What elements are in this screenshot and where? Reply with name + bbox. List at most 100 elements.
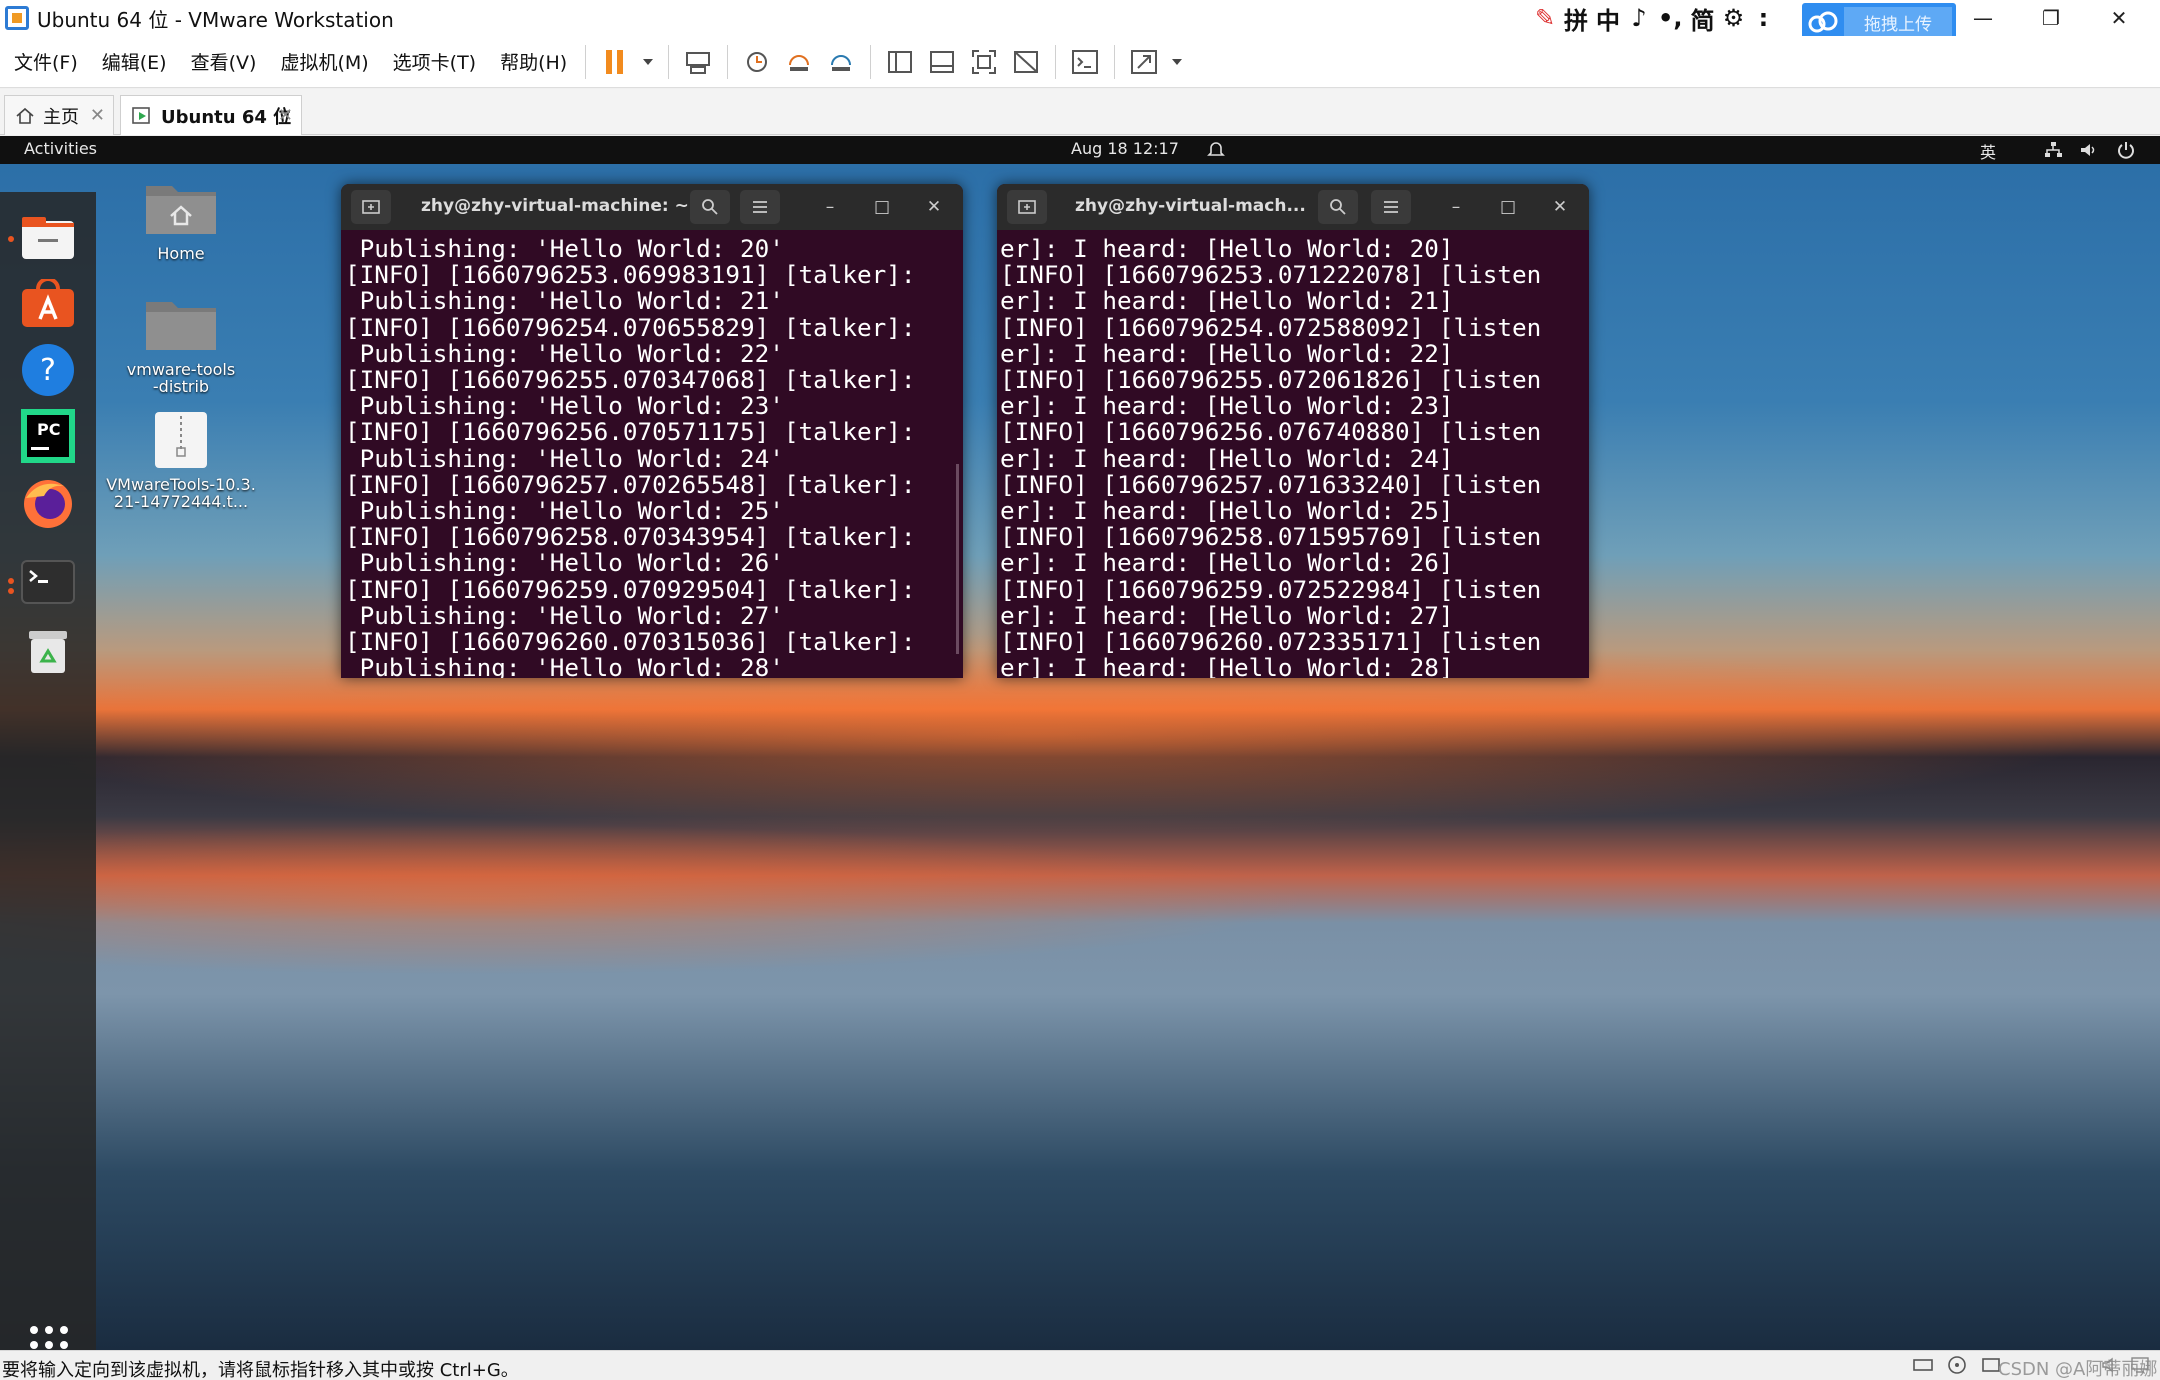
- menu-edit[interactable]: 编辑(E): [92, 48, 177, 75]
- menu-file[interactable]: 文件(F): [4, 48, 88, 75]
- new-tab-button[interactable]: [351, 190, 391, 224]
- terminal-line: [INFO] [1660796255.070347068] [talker]:: [345, 365, 916, 395]
- send-ctrl-alt-del-button[interactable]: [680, 44, 716, 80]
- revert-snapshot-button[interactable]: [781, 44, 817, 80]
- close-icon[interactable]: ✕: [921, 194, 947, 220]
- full-screen-button[interactable]: [966, 44, 1002, 80]
- ime-pen-icon[interactable]: ✎: [1534, 4, 1556, 32]
- menu-toolbar: 文件(F) 编辑(E) 查看(V) 虚拟机(M) 选项卡(T) 帮助(H): [0, 36, 2160, 88]
- firefox-app[interactable]: [18, 472, 78, 532]
- hard-disk-icon[interactable]: [1912, 1355, 1934, 1375]
- terminal-title: zhy@zhy-virtual-mach...: [1075, 196, 1306, 216]
- keyboard-icon: [686, 51, 711, 74]
- terminal-line: Publishing: 'Hello World: 24': [345, 443, 784, 473]
- chevron-down-icon: [1172, 58, 1183, 65]
- display-icon[interactable]: [2130, 1355, 2150, 1375]
- close-icon[interactable]: ✕: [278, 105, 293, 126]
- terminal-app[interactable]: [18, 552, 78, 612]
- stretch-dropdown[interactable]: [1168, 44, 1186, 80]
- search-icon: [702, 199, 718, 215]
- clock[interactable]: Aug 18 12:17: [1071, 139, 1179, 158]
- library-view-button[interactable]: [882, 44, 918, 80]
- menu-vm[interactable]: 虚拟机(M): [270, 48, 378, 75]
- pycharm-app[interactable]: PC: [18, 406, 78, 466]
- minimize-button[interactable]: —: [1950, 0, 2016, 36]
- menu-button[interactable]: [1371, 190, 1411, 224]
- vm-icon: [132, 106, 150, 124]
- ime-more[interactable]: :: [1752, 4, 1774, 32]
- maximize-icon[interactable]: □: [1495, 194, 1521, 220]
- menu-button[interactable]: [740, 190, 780, 224]
- menu-tabs[interactable]: 选项卡(T): [383, 48, 486, 75]
- restore-button[interactable]: ❐: [2018, 0, 2084, 36]
- unity-button[interactable]: [1008, 44, 1044, 80]
- title-bar: Ubuntu 64 位 - VMware Workstation ✎ 拼 中 ♪…: [0, 0, 2160, 41]
- desktop-icon-vmwaretools-archive[interactable]: VMwareTools-10.3.21-14772444.t...: [101, 410, 261, 510]
- desktop-icon-vmware-tools-distrib[interactable]: vmware-tools-distrib: [121, 294, 241, 395]
- power-icon[interactable]: [2116, 140, 2136, 160]
- search-button[interactable]: [690, 190, 730, 224]
- terminal-window-listener[interactable]: zhy@zhy-virtual-mach... – □ ✕ er]: I hea…: [997, 184, 1589, 678]
- terminal-line: [INFO] [1660796255.072061826] [listen: [1000, 365, 1542, 395]
- minimize-icon[interactable]: –: [817, 194, 843, 220]
- ime-settings[interactable]: ⚙: [1722, 4, 1745, 32]
- menu-view[interactable]: 查看(V): [181, 48, 267, 75]
- search-button[interactable]: [1318, 190, 1358, 224]
- hamburger-menu-icon: [1384, 201, 1398, 213]
- stretch-guest-button[interactable]: [1126, 44, 1162, 80]
- network-icon[interactable]: [2043, 140, 2063, 160]
- trash-app[interactable]: [18, 622, 78, 682]
- ubuntu-desktop[interactable]: ? PC Home vmware-tools-distrib VMwareToo…: [0, 164, 2160, 1350]
- terminal-line: Publishing: 'Hello World: 28': [345, 653, 784, 678]
- files-app[interactable]: [18, 208, 78, 268]
- maximize-icon[interactable]: □: [869, 194, 895, 220]
- alarm-icon: [1207, 142, 1225, 156]
- close-icon[interactable]: ✕: [1547, 194, 1573, 220]
- ime-pinyin[interactable]: 拼: [1564, 1, 1588, 36]
- archive-icon: [155, 412, 207, 468]
- input-language[interactable]: 英: [1980, 139, 1996, 163]
- ime-simplified[interactable]: 简: [1690, 1, 1714, 36]
- close-button[interactable]: ✕: [2086, 0, 2152, 36]
- terminal-line: [INFO] [1660796257.071633240] [listen: [1000, 469, 1542, 499]
- help-icon: ?: [22, 344, 74, 396]
- tab-ubuntu[interactable]: Ubuntu 64 位 ✕: [120, 95, 302, 135]
- snapshot-button[interactable]: [739, 44, 775, 80]
- terminal-line: er]: I heard: [Hello World: 27]: [1000, 600, 1454, 630]
- ime-chinese[interactable]: 中: [1596, 1, 1620, 36]
- terminal-line: Publishing: 'Hello World: 22': [345, 338, 784, 368]
- volume-icon[interactable]: [2078, 140, 2098, 160]
- new-tab-button[interactable]: [1007, 190, 1047, 224]
- terminal-output[interactable]: Publishing: 'Hello World: 20' [INFO] [166…: [341, 230, 963, 678]
- chevron-down-icon: [643, 58, 654, 65]
- status-bar: 要将输入定向到该虚拟机，请将鼠标指针移入其中或按 Ctrl+G。 CSDN @A…: [0, 1350, 2160, 1380]
- console-view-button[interactable]: [1067, 44, 1103, 80]
- pause-button[interactable]: [597, 44, 633, 80]
- show-applications-icon[interactable]: [28, 1324, 70, 1350]
- desktop-icon-home[interactable]: Home: [121, 178, 241, 262]
- software-app[interactable]: [18, 274, 78, 334]
- scrollbar[interactable]: [956, 464, 959, 654]
- guest-display[interactable]: Activities Aug 18 12:17 英 ? PC Home vmwa…: [0, 136, 2160, 1350]
- help-app[interactable]: ?: [18, 340, 78, 400]
- terminal-line: [INFO] [1660796260.072335171] [listen: [1000, 627, 1542, 657]
- activities-button[interactable]: Activities: [24, 139, 97, 158]
- ime-moon[interactable]: ♪: [1628, 4, 1650, 32]
- close-icon[interactable]: ✕: [90, 105, 105, 126]
- pause-dropdown[interactable]: [639, 44, 657, 80]
- ubuntu-dock: ? PC: [0, 192, 96, 1350]
- sound-device-icon[interactable]: [2100, 1355, 2120, 1375]
- new-tab-icon: [1018, 200, 1036, 214]
- terminal-output[interactable]: er]: I heard: [Hello World: 20] [INFO] [1…: [997, 230, 1589, 678]
- thumbnail-view-button[interactable]: [924, 44, 960, 80]
- snapshot-manager-button[interactable]: [823, 44, 859, 80]
- revert-icon: [789, 54, 810, 71]
- cd-rom-icon[interactable]: [1946, 1355, 1968, 1375]
- terminal-window-talker[interactable]: zhy@zhy-virtual-machine: ~ – □ ✕ Publish…: [341, 184, 963, 678]
- bottom-panel-icon: [930, 50, 955, 73]
- ime-punct[interactable]: •,: [1658, 4, 1682, 32]
- minimize-icon[interactable]: –: [1443, 194, 1469, 220]
- toolbar-separator: [668, 44, 670, 79]
- tab-home[interactable]: 主页 ✕: [4, 95, 114, 135]
- menu-help[interactable]: 帮助(H): [490, 48, 577, 75]
